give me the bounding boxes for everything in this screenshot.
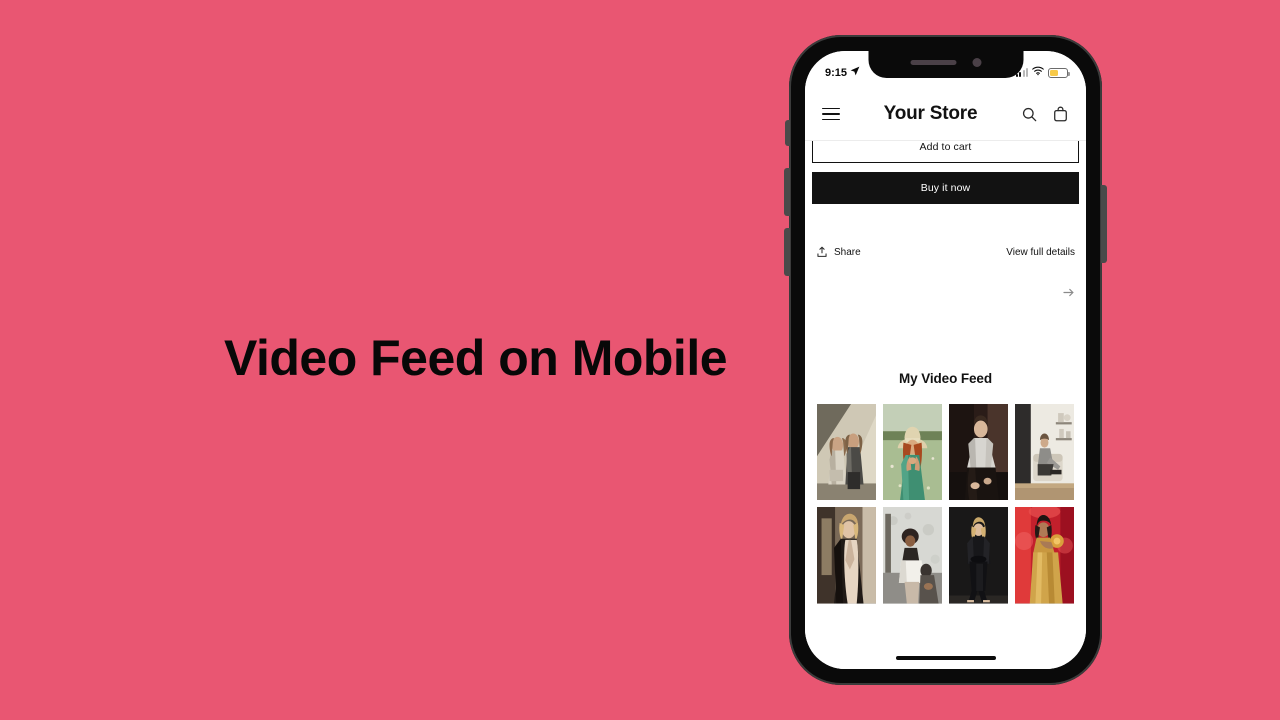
home-indicator-bar[interactable] bbox=[895, 656, 996, 660]
buy-it-now-button[interactable]: Buy it now bbox=[812, 172, 1079, 204]
phone-body: 9:15 Your Store Add to cart Buy it now S… bbox=[784, 35, 1107, 685]
view-full-details-link[interactable]: View full details bbox=[1006, 247, 1075, 258]
share-upload-icon bbox=[817, 246, 827, 257]
store-title: Your Store bbox=[883, 103, 978, 124]
phone-screen: 9:15 Your Store Add to cart Buy it now S… bbox=[805, 51, 1086, 669]
page-content[interactable]: Add to cart Buy it now Share View full d… bbox=[805, 141, 1086, 669]
power-button[interactable] bbox=[1101, 185, 1107, 263]
video-thumb-2[interactable] bbox=[883, 404, 942, 501]
battery-low-power-icon bbox=[1048, 67, 1070, 78]
video-thumb-8[interactable] bbox=[1015, 507, 1074, 604]
video-thumb-7[interactable] bbox=[949, 507, 1008, 604]
video-thumb-6[interactable] bbox=[883, 507, 942, 604]
add-to-cart-button[interactable]: Add to cart bbox=[812, 141, 1079, 163]
header-actions bbox=[1021, 106, 1069, 123]
product-meta-row: Share View full details bbox=[812, 246, 1079, 258]
share-button[interactable]: Share bbox=[816, 246, 861, 258]
video-thumb-4[interactable] bbox=[1015, 404, 1074, 501]
share-label: Share bbox=[834, 246, 861, 258]
search-icon[interactable] bbox=[1021, 106, 1038, 123]
shopping-bag-icon[interactable] bbox=[1052, 106, 1069, 123]
front-camera-icon bbox=[972, 57, 981, 67]
volume-down-button[interactable] bbox=[784, 228, 790, 276]
status-bar-left: 9:15 bbox=[825, 66, 860, 79]
carousel-next-button[interactable] bbox=[812, 286, 1079, 299]
video-feed-title: My Video Feed bbox=[899, 371, 992, 386]
status-bar-right bbox=[1015, 66, 1070, 79]
video-thumb-1[interactable] bbox=[817, 404, 876, 501]
video-feed-grid bbox=[812, 404, 1079, 604]
phone-notch bbox=[868, 51, 1023, 78]
app-header: Your Store bbox=[805, 88, 1086, 141]
wifi-icon bbox=[1032, 66, 1044, 79]
status-bar-time: 9:15 bbox=[825, 66, 848, 79]
video-thumb-3[interactable] bbox=[949, 404, 1008, 501]
volume-up-button[interactable] bbox=[784, 168, 790, 216]
earpiece-speaker-icon bbox=[910, 59, 956, 65]
silent-switch-button[interactable] bbox=[785, 120, 790, 146]
hamburger-menu-icon[interactable] bbox=[822, 107, 840, 121]
location-arrow-icon bbox=[850, 66, 860, 79]
phone-mockup: 9:15 Your Store Add to cart Buy it now S… bbox=[784, 35, 1107, 685]
video-thumb-5[interactable] bbox=[817, 507, 876, 604]
page-title: Video Feed on Mobile bbox=[224, 330, 728, 386]
arrow-right-icon bbox=[1063, 288, 1074, 297]
